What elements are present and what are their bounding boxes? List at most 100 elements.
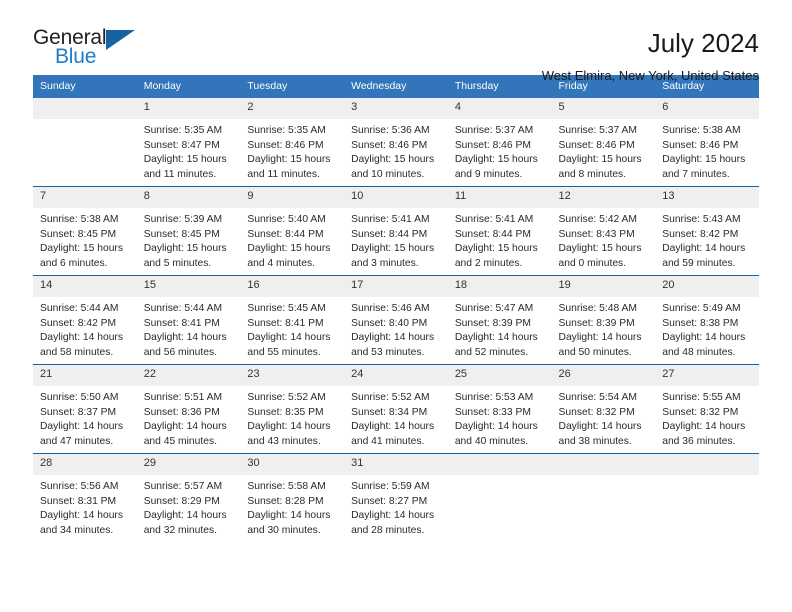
calendar-day-cell[interactable]: 18 Sunrise: 5:47 AM Sunset: 8:39 PM Dayligh…: [447, 275, 552, 365]
calendar-day-cell[interactable]: 14 Sunrise: 5:44 AM Sunset: 8:42 PM Dayligh…: [33, 275, 137, 365]
daylight-text: and 11 minutes.: [143, 168, 217, 180]
calendar-day-cell[interactable]: 7 Sunrise: 5:38 AM Sunset: 8:45 PM Daylight…: [33, 186, 137, 276]
day-details: Sunrise: 5:37 AM Sunset: 8:46 PM Daylight:…: [448, 119, 552, 182]
sunset-text: Sunset: 8:33 PM: [454, 406, 531, 418]
sunset-text: Sunset: 8:29 PM: [143, 495, 220, 507]
day-number: 12: [551, 187, 656, 208]
calendar-day-cell[interactable]: 9 Sunrise: 5:40 AM Sunset: 8:44 PM Daylight…: [240, 186, 345, 276]
daylight-text: Daylight: 15 hours: [143, 243, 227, 255]
daylight-text: Daylight: 14 hours: [40, 332, 123, 344]
calendar-day-cell[interactable]: 17 Sunrise: 5:46 AM Sunset: 8:40 PM Dayligh…: [344, 275, 448, 365]
calendar-day-cell[interactable]: 16 Sunrise: 5:45 AM Sunset: 8:41 PM Dayligh…: [240, 275, 345, 365]
day-details: Sunrise: 5:57 AM Sunset: 8:29 PM Daylight:…: [137, 475, 241, 538]
daylight-text: Daylight: 14 hours: [247, 510, 331, 522]
sunrise-sunset-calendar: Sunday Monday Tuesday Wednesday Thursday Frid…: [33, 75, 759, 542]
calendar-day-cell[interactable]: 22 Sunrise: 5:51 AM Sunset: 8:36 PM Dayligh…: [136, 364, 241, 454]
sunrise-text: Sunrise: 5:38 AM: [662, 125, 741, 136]
calendar-day-cell[interactable]: 10 Sunrise: 5:41 AM Sunset: 8:44 PM Dayligh…: [344, 186, 448, 276]
day-number: 18: [447, 276, 552, 297]
day-details: Sunrise: 5:40 AM Sunset: 8:44 PM Daylight:…: [240, 208, 344, 271]
sunset-text: Sunset: 8:40 PM: [351, 317, 428, 329]
daylight-text: and 48 minutes.: [662, 346, 736, 358]
day-number: 27: [655, 365, 759, 386]
daylight-text: Daylight: 14 hours: [40, 510, 123, 522]
day-details: Sunrise: 5:35 AM Sunset: 8:46 PM Daylight:…: [240, 119, 344, 182]
calendar-day-cell[interactable]: 21 Sunrise: 5:50 AM Sunset: 8:37 PM Dayligh…: [33, 364, 137, 454]
sunset-text: Sunset: 8:45 PM: [40, 228, 117, 240]
day-number: 6: [655, 98, 759, 119]
sunrise-text: Sunrise: 5:58 AM: [247, 481, 326, 492]
calendar-day-cell[interactable]: 28 Sunrise: 5:56 AM Sunset: 8:31 PM Dayligh…: [33, 453, 137, 542]
calendar-day-cell[interactable]: 30 Sunrise: 5:58 AM Sunset: 8:28 PM Dayligh…: [240, 453, 345, 542]
calendar-day-cell[interactable]: 13 Sunrise: 5:43 AM Sunset: 8:42 PM Dayligh…: [655, 186, 759, 276]
daylight-text: and 53 minutes.: [351, 346, 425, 358]
day-number: 5: [551, 98, 656, 119]
daylight-text: Daylight: 15 hours: [454, 154, 538, 166]
day-number: 30: [240, 454, 345, 475]
calendar-week-row: 21 Sunrise: 5:50 AM Sunset: 8:37 PM Dayligh…: [33, 364, 759, 454]
sunset-text: Sunset: 8:39 PM: [454, 317, 531, 329]
daylight-text: Daylight: 15 hours: [143, 154, 227, 166]
daylight-text: and 45 minutes.: [143, 435, 217, 447]
sunrise-text: Sunrise: 5:43 AM: [662, 214, 741, 225]
day-number: 26: [551, 365, 656, 386]
sunrise-text: Sunrise: 5:56 AM: [40, 481, 119, 492]
day-number: 9: [240, 187, 345, 208]
calendar-day-cell[interactable]: 25 Sunrise: 5:53 AM Sunset: 8:33 PM Dayligh…: [447, 364, 552, 454]
calendar-day-cell[interactable]: 27 Sunrise: 5:55 AM Sunset: 8:32 PM Dayligh…: [655, 364, 759, 454]
calendar-day-cell[interactable]: 12 Sunrise: 5:42 AM Sunset: 8:43 PM Dayligh…: [551, 186, 656, 276]
sunset-text: Sunset: 8:28 PM: [247, 495, 324, 507]
sunrise-text: Sunrise: 5:52 AM: [351, 392, 430, 403]
day-details: Sunrise: 5:56 AM Sunset: 8:31 PM Daylight:…: [33, 475, 137, 538]
general-blue-logo[interactable]: General Blue: [33, 27, 153, 75]
sunset-text: Sunset: 8:27 PM: [351, 495, 428, 507]
day-details: Sunrise: 5:38 AM Sunset: 8:46 PM Daylight:…: [655, 119, 759, 182]
calendar-day-cell[interactable]: 1 Sunrise: 5:35 AM Sunset: 8:47 PM Daylight…: [136, 98, 241, 187]
calendar-day-cell[interactable]: 8 Sunrise: 5:39 AM Sunset: 8:45 PM Daylight…: [136, 186, 241, 276]
day-number: 25: [447, 365, 552, 386]
day-details: Sunrise: 5:45 AM Sunset: 8:41 PM Daylight:…: [240, 297, 344, 360]
calendar-day-cell[interactable]: 19 Sunrise: 5:48 AM Sunset: 8:39 PM Dayligh…: [551, 275, 656, 365]
sunset-text: Sunset: 8:46 PM: [247, 139, 324, 151]
daylight-text: Daylight: 15 hours: [351, 243, 435, 255]
page-title: July 2024: [647, 28, 759, 58]
calendar-cell-empty: [447, 453, 552, 542]
calendar-day-cell[interactable]: 5 Sunrise: 5:37 AM Sunset: 8:46 PM Daylight…: [551, 98, 656, 187]
daylight-text: Daylight: 14 hours: [662, 243, 746, 255]
daylight-text: and 43 minutes.: [247, 435, 321, 447]
calendar-day-cell[interactable]: 11 Sunrise: 5:41 AM Sunset: 8:44 PM Dayligh…: [447, 186, 552, 276]
sunrise-text: Sunrise: 5:38 AM: [40, 214, 119, 225]
calendar-day-cell[interactable]: 24 Sunrise: 5:52 AM Sunset: 8:34 PM Dayligh…: [344, 364, 448, 454]
sunrise-text: Sunrise: 5:49 AM: [662, 303, 741, 314]
calendar-day-cell[interactable]: 29 Sunrise: 5:57 AM Sunset: 8:29 PM Dayligh…: [136, 453, 241, 542]
calendar-day-cell[interactable]: 26 Sunrise: 5:54 AM Sunset: 8:32 PM Dayligh…: [551, 364, 656, 454]
sunset-text: Sunset: 8:39 PM: [558, 317, 635, 329]
sunrise-text: Sunrise: 5:40 AM: [247, 214, 326, 225]
calendar-day-cell[interactable]: 3 Sunrise: 5:36 AM Sunset: 8:46 PM Daylight…: [344, 98, 448, 187]
calendar-week-row: 14 Sunrise: 5:44 AM Sunset: 8:42 PM Dayligh…: [33, 275, 759, 365]
day-details: Sunrise: 5:55 AM Sunset: 8:32 PM Daylight:…: [655, 386, 759, 449]
daylight-text: Daylight: 14 hours: [143, 510, 227, 522]
day-number: [551, 454, 656, 475]
daylight-text: Daylight: 15 hours: [40, 243, 123, 255]
sunrise-text: Sunrise: 5:50 AM: [40, 392, 119, 403]
daylight-text: Daylight: 14 hours: [454, 332, 538, 344]
calendar-day-cell[interactable]: 4 Sunrise: 5:37 AM Sunset: 8:46 PM Daylight…: [447, 98, 552, 187]
day-details: Sunrise: 5:42 AM Sunset: 8:43 PM Daylight:…: [552, 208, 656, 271]
day-details: Sunrise: 5:54 AM Sunset: 8:32 PM Daylight:…: [552, 386, 656, 449]
calendar-day-cell[interactable]: 15 Sunrise: 5:44 AM Sunset: 8:41 PM Dayligh…: [136, 275, 241, 365]
calendar-day-cell[interactable]: 31 Sunrise: 5:59 AM Sunset: 8:27 PM Dayligh…: [344, 453, 448, 542]
calendar-day-cell[interactable]: 23 Sunrise: 5:52 AM Sunset: 8:35 PM Dayligh…: [240, 364, 345, 454]
sunset-text: Sunset: 8:42 PM: [40, 317, 117, 329]
calendar-day-cell[interactable]: 20 Sunrise: 5:49 AM Sunset: 8:38 PM Dayligh…: [655, 275, 759, 365]
daylight-text: and 30 minutes.: [247, 524, 321, 536]
day-details: Sunrise: 5:44 AM Sunset: 8:42 PM Daylight:…: [33, 297, 137, 360]
daylight-text: Daylight: 14 hours: [247, 332, 331, 344]
calendar-day-cell[interactable]: 2 Sunrise: 5:35 AM Sunset: 8:46 PM Daylight…: [240, 98, 345, 187]
sunset-text: Sunset: 8:46 PM: [558, 139, 635, 151]
day-number: 1: [136, 98, 241, 119]
calendar-day-cell[interactable]: 6 Sunrise: 5:38 AM Sunset: 8:46 PM Daylight…: [655, 98, 759, 187]
daylight-text: Daylight: 14 hours: [662, 421, 746, 433]
weekday-header-monday: Monday: [136, 75, 241, 98]
sunrise-text: Sunrise: 5:37 AM: [454, 125, 534, 136]
